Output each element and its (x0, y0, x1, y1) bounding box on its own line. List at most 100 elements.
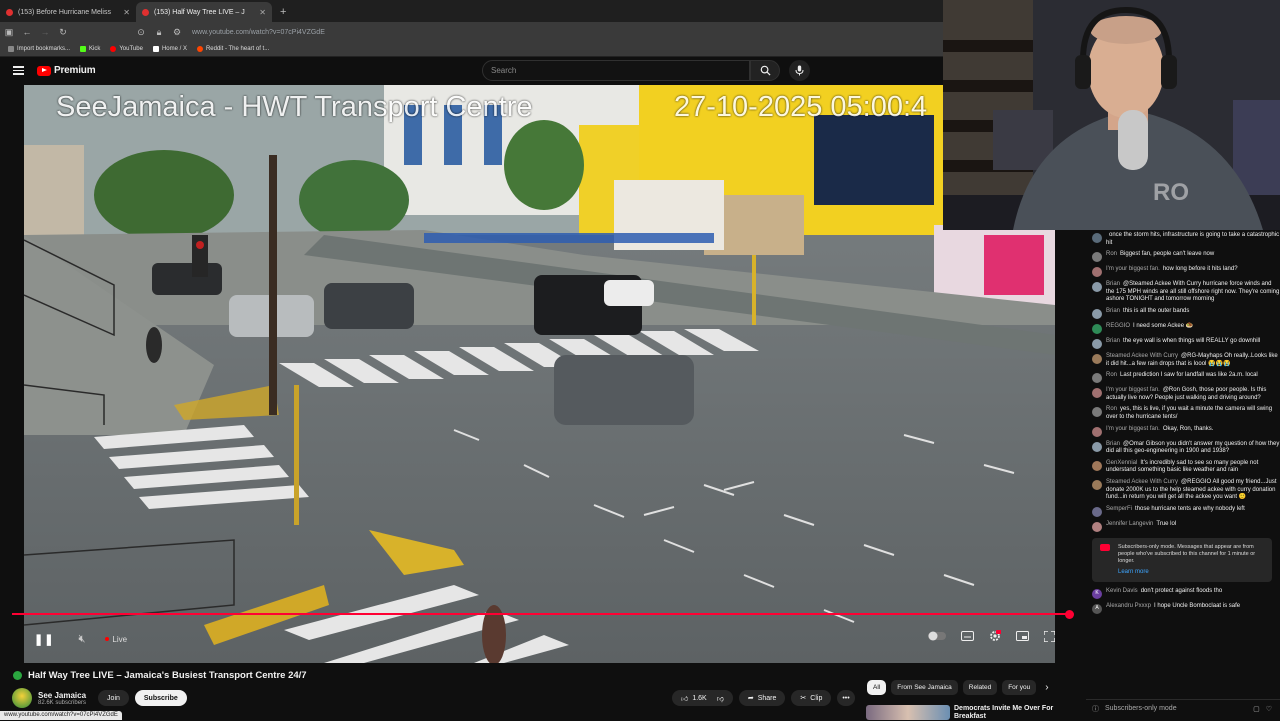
chat-message[interactable]: Ron Last prediction I saw for landfall wa… (1086, 370, 1280, 385)
chat-message[interactable]: REGGIO I need some Ackee 🧆 (1086, 321, 1280, 336)
pause-icon[interactable]: ❚❚ (34, 633, 54, 646)
menu-icon[interactable] (13, 66, 24, 75)
chat-avatar[interactable] (1092, 373, 1102, 384)
chat-avatar[interactable] (1092, 521, 1102, 532)
chevron-right-icon[interactable]: › (1045, 682, 1048, 693)
chat-avatar[interactable]: K (1092, 588, 1102, 599)
fullscreen-icon[interactable] (1044, 630, 1055, 642)
chip-for-you[interactable]: For you (1002, 680, 1037, 695)
chip-related[interactable]: Related (962, 680, 998, 695)
search-input[interactable]: Search (482, 60, 750, 81)
chat-avatar[interactable] (1092, 233, 1102, 243)
info-icon[interactable]: ⓘ (1092, 704, 1099, 714)
progress-bar[interactable] (12, 609, 1074, 619)
learn-more-link[interactable]: Learn more (1118, 569, 1266, 576)
chat-message[interactable]: Ron Biggest fan, people can't leave now (1086, 249, 1280, 264)
close-tab-icon[interactable]: ✕ (123, 8, 130, 17)
chat-message[interactable]: Brian @Omar Gibson you didn't answer my q… (1086, 439, 1280, 458)
chat-message[interactable]: Brian the eye wall is when things will RE… (1086, 336, 1280, 351)
chat-author[interactable]: Ron (1106, 406, 1117, 412)
chat-author[interactable]: Brian (1106, 308, 1120, 314)
recommended-video-title[interactable]: Democrats Invite Me Over For Breakfast (954, 705, 1054, 721)
lock-icon[interactable]: 🔒︎ (150, 27, 168, 38)
subtitles-icon[interactable] (961, 631, 974, 641)
chat-avatar[interactable] (1092, 323, 1102, 334)
chat-message[interactable]: I'm your biggest fan. how long before it … (1086, 264, 1280, 279)
chat-author[interactable]: Ron (1106, 372, 1117, 378)
scrubber-handle[interactable] (1065, 609, 1074, 619)
more-actions-icon[interactable]: ••• (837, 690, 855, 706)
chat-message-list[interactable]: once the storm hits, infrastructure is g… (1086, 230, 1280, 534)
chat-avatar[interactable] (1092, 441, 1102, 452)
chat-avatar[interactable] (1092, 338, 1102, 349)
chat-author[interactable]: Brian (1106, 281, 1120, 287)
chat-author[interactable]: Brian (1106, 338, 1120, 344)
live-indicator[interactable]: Live (105, 635, 127, 644)
chat-message[interactable]: Steamed Ackee With Curry @REGGIO All good… (1086, 477, 1280, 504)
site-info-icon[interactable]: ⊙ (132, 27, 150, 38)
chat-author[interactable]: GenXennial (1106, 460, 1137, 466)
reload-icon[interactable]: ↻ (54, 27, 72, 38)
forward-arrow-icon[interactable]: → (36, 27, 54, 37)
mute-icon[interactable]: 🔇︎ (78, 633, 85, 646)
like-button[interactable]: 👍︎ 1.6K 👎︎ (672, 690, 733, 706)
chat-avatar[interactable] (1092, 353, 1102, 364)
chat-message[interactable]: Brian this is all the outer bands (1086, 306, 1280, 321)
voice-search-button[interactable] (789, 60, 810, 81)
chat-message[interactable]: Brian @Steamed Ackee With Curry hurricane… (1086, 279, 1280, 306)
chat-author[interactable]: Steamed Ackee With Curry (1106, 353, 1178, 359)
chat-message[interactable]: I'm your biggest fan. @Ron Gosh, those po… (1086, 385, 1280, 404)
chat-author[interactable]: Kevin Davis (1106, 588, 1138, 594)
chat-avatar[interactable] (1092, 308, 1102, 319)
subscribe-button[interactable]: Subscribe (134, 690, 187, 706)
clip-button[interactable]: ✂ Clip (791, 690, 832, 706)
autoplay-toggle-icon[interactable] (928, 631, 946, 641)
miniplayer-icon[interactable] (1016, 631, 1029, 641)
new-tab-icon[interactable]: + (272, 2, 294, 22)
reaction-heart-icon[interactable]: ♡ (1266, 705, 1272, 713)
join-button[interactable]: Join (98, 690, 129, 706)
chat-avatar[interactable] (1092, 426, 1102, 437)
chat-author[interactable]: I'm your biggest fan. (1106, 387, 1160, 393)
chat-message[interactable]: A Alexandru Pxxxp I hope Uncle Bomboclaat … (1086, 601, 1280, 616)
bookmark-item[interactable]: Import bookmarks... (8, 46, 70, 52)
share-button[interactable]: ➦ Share (738, 690, 786, 706)
bookmark-item[interactable]: Home / X (152, 46, 187, 52)
thumbs-down-icon[interactable]: 👎︎ (717, 694, 724, 703)
settings-gear-icon[interactable] (989, 630, 1001, 642)
chat-author[interactable]: Ron (1106, 251, 1117, 257)
chat-author[interactable]: I'm your biggest fan. (1106, 426, 1160, 432)
video-player[interactable]: SeeJamaica - HWT Transport Centre 27-10-… (24, 85, 1055, 663)
bookmark-item[interactable]: Reddit - The heart of t... (196, 46, 269, 52)
back-arrow-icon[interactable]: ← (18, 27, 36, 37)
chat-author[interactable]: Jennifer Langevin (1106, 521, 1153, 527)
browser-tab-active[interactable]: (153) Half Way Tree LIVE – J ✕ (136, 2, 272, 22)
chat-avatar[interactable] (1092, 506, 1102, 517)
channel-name[interactable]: See Jamaica (38, 691, 86, 700)
chat-author[interactable]: SemperFi (1106, 506, 1132, 512)
chat-author[interactable]: I'm your biggest fan. (1106, 266, 1160, 272)
chat-author[interactable]: REGGIO (1106, 323, 1130, 329)
chat-message[interactable]: K Kevin Davis don't protect against floods… (1086, 586, 1280, 601)
chip-from-channel[interactable]: From See Jamaica (891, 680, 958, 695)
chat-avatar[interactable] (1092, 388, 1102, 399)
url-field[interactable]: www.youtube.com/watch?v=07cPi4VZGdE (192, 29, 325, 36)
chat-message[interactable]: Ron yes, this is live, if you wait a minu… (1086, 404, 1280, 423)
sidebar-toggle-icon[interactable]: ▣ (0, 27, 18, 38)
chip-all[interactable]: All (867, 680, 887, 695)
chat-message[interactable]: Jennifer Langevin True lol (1086, 519, 1280, 534)
chat-message[interactable]: GenXennial It's incredibly sad to see so … (1086, 458, 1280, 477)
chat-avatar[interactable]: A (1092, 603, 1102, 614)
chat-message[interactable]: SemperFi those hurricane tents are why no… (1086, 504, 1280, 519)
chat-message[interactable]: Steamed Ackee With Curry @RG-Mayhaps Oh r… (1086, 351, 1280, 370)
chat-avatar[interactable] (1092, 460, 1102, 471)
tune-icon[interactable]: ⚙︎ (168, 27, 186, 38)
bookmark-item[interactable]: YouTube (110, 46, 143, 52)
bookmark-item[interactable]: Kick (80, 46, 100, 52)
youtube-premium-logo[interactable]: Premium (37, 65, 96, 76)
chat-avatar[interactable] (1092, 407, 1102, 418)
chat-message[interactable]: once the storm hits, infrastructure is g… (1086, 230, 1280, 249)
recommended-video-thumbnail[interactable] (866, 705, 950, 720)
chat-author[interactable]: Brian (1106, 441, 1120, 447)
sticker-icon[interactable]: ▢ (1253, 705, 1260, 713)
